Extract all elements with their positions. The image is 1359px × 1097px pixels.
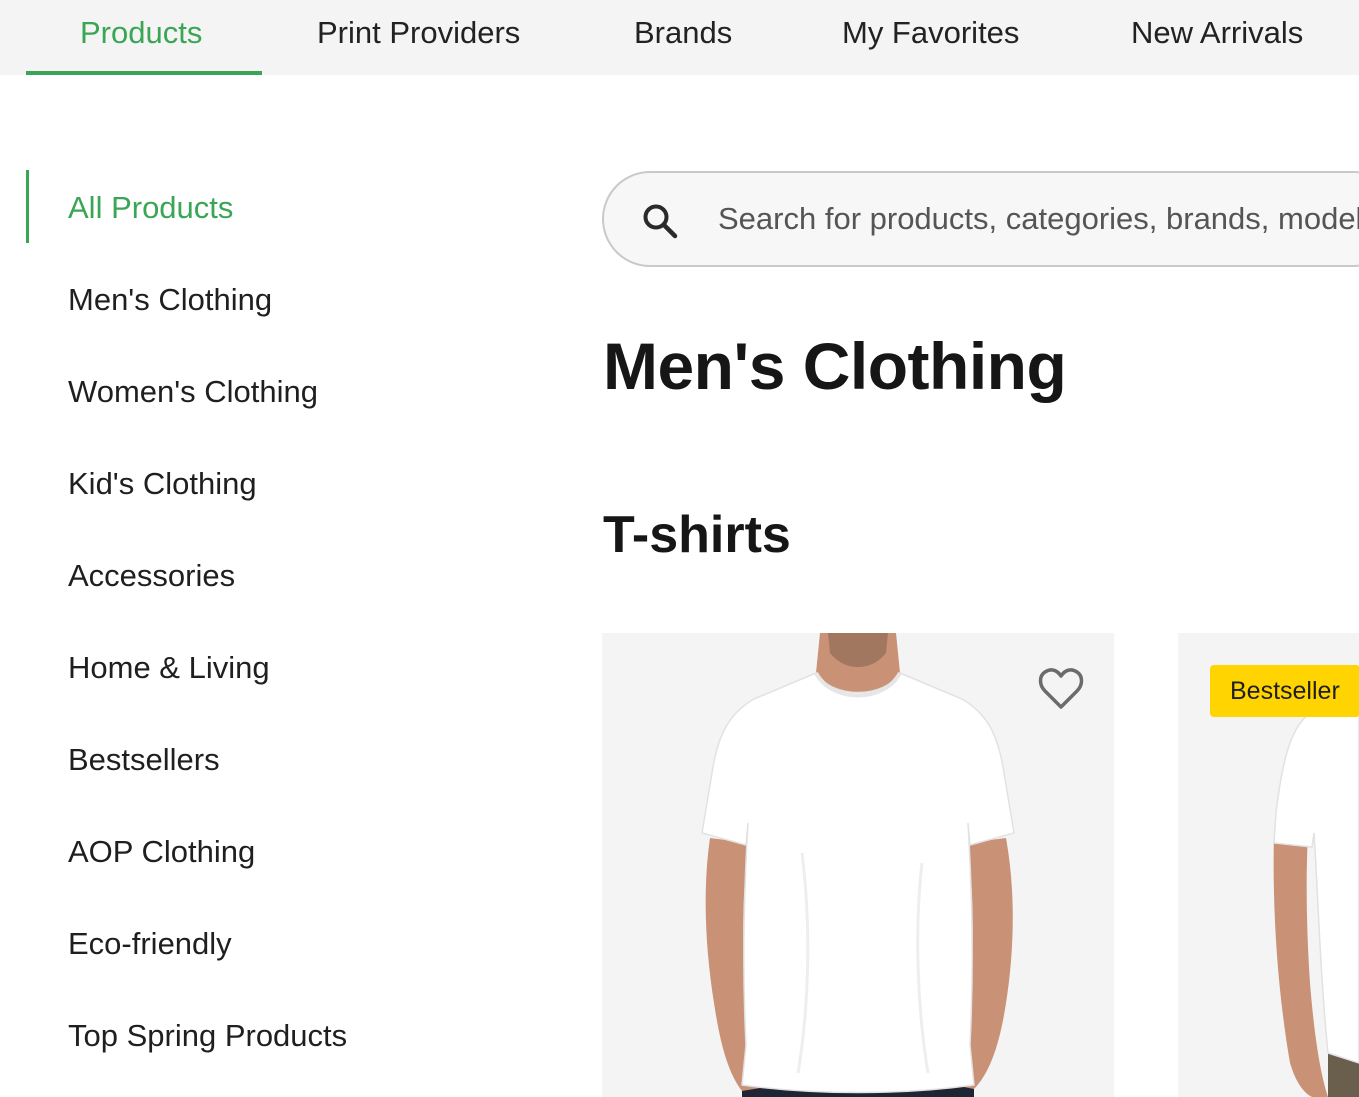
heart-outline-icon[interactable] <box>1038 667 1084 711</box>
sidebar-item-bestsellers[interactable]: Bestsellers <box>68 742 220 778</box>
active-tab-indicator <box>26 71 262 75</box>
search-input[interactable] <box>716 195 1359 243</box>
search-bar[interactable] <box>602 171 1359 267</box>
tab-my-favorites[interactable]: My Favorites <box>842 0 1019 75</box>
sidebar-item-all-products[interactable]: All Products <box>68 190 233 226</box>
bestseller-badge: Bestseller <box>1210 665 1359 717</box>
page-title: Men's Clothing <box>603 329 1067 403</box>
product-card[interactable] <box>602 633 1114 1097</box>
sidebar-item-aop-clothing[interactable]: AOP Clothing <box>68 834 255 870</box>
sidebar-item-womens-clothing[interactable]: Women's Clothing <box>68 374 318 410</box>
active-category-indicator <box>26 170 29 243</box>
search-icon <box>643 204 678 239</box>
section-title: T-shirts <box>603 506 791 564</box>
tab-new-arrivals[interactable]: New Arrivals <box>1131 0 1303 75</box>
sidebar-item-eco-friendly[interactable]: Eco-friendly <box>68 926 232 962</box>
top-navigation: Products Print Providers Brands My Favor… <box>0 0 1359 75</box>
sidebar-item-accessories[interactable]: Accessories <box>68 558 235 594</box>
sidebar-item-top-spring-products[interactable]: Top Spring Products <box>68 1018 347 1054</box>
product-card[interactable]: Bestseller <box>1178 633 1359 1097</box>
sidebar-item-home-living[interactable]: Home & Living <box>68 650 270 686</box>
tab-products[interactable]: Products <box>80 0 202 75</box>
tab-print-providers[interactable]: Print Providers <box>317 0 520 75</box>
sidebar-item-kids-clothing[interactable]: Kid's Clothing <box>68 466 257 502</box>
tab-brands[interactable]: Brands <box>634 0 732 75</box>
sidebar-item-mens-clothing[interactable]: Men's Clothing <box>68 282 272 318</box>
